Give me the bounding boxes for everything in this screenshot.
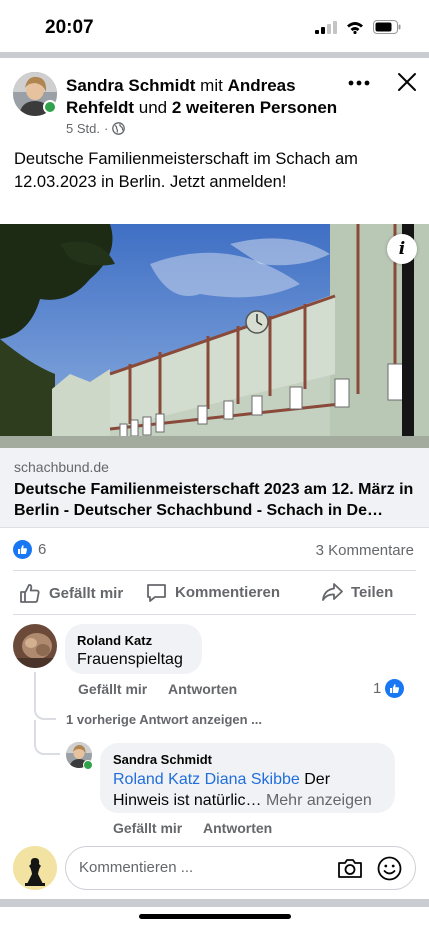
online-status-indicator: [43, 100, 57, 114]
thread-line: [34, 672, 56, 720]
tagged-others[interactable]: 2 weiteren Personen: [172, 98, 337, 117]
comment-reaction[interactable]: 1: [373, 679, 405, 698]
comment-like-button[interactable]: Gefällt mir: [78, 681, 147, 697]
comment-reaction-count: 1: [373, 680, 382, 697]
info-icon[interactable]: i: [387, 234, 417, 264]
status-icons: [315, 20, 401, 34]
cellular-signal-icon: [315, 20, 337, 34]
reply-author[interactable]: Sandra Schmidt: [113, 752, 382, 767]
battery-icon: [373, 20, 401, 34]
like-button[interactable]: Gefällt mir: [19, 582, 123, 604]
post-header: Sandra Schmidt mit Andreas Rehfeldt und …: [0, 58, 429, 208]
reply-bubble[interactable]: Sandra Schmidt Roland Katz Diana Skibbe …: [100, 743, 395, 813]
reactions-summary[interactable]: 6: [13, 540, 46, 559]
current-user-avatar: [13, 846, 57, 890]
like-label: Gefällt mir: [49, 584, 124, 602]
close-icon[interactable]: [396, 71, 418, 93]
share-button[interactable]: Teilen: [321, 582, 393, 602]
status-bar: 20:07: [0, 0, 429, 52]
bottom-separator: [0, 899, 429, 907]
post-meta: 5 Std. ·: [66, 121, 126, 136]
camera-icon[interactable]: [337, 856, 363, 880]
reply-mentions[interactable]: Roland Katz Diana Skibbe: [113, 771, 300, 788]
post-text: Deutsche Familienmeisterschaft im Schach…: [14, 150, 358, 191]
reply-line-2: Hinweis ist natürlic… Mehr anzeigen: [113, 790, 382, 811]
see-more-link[interactable]: Mehr anzeigen: [266, 792, 372, 809]
home-indicator: [139, 914, 291, 919]
reactions-count: 6: [38, 541, 47, 558]
comment-composer[interactable]: [65, 846, 416, 890]
meta-separator: ·: [103, 121, 109, 136]
online-status-indicator: [83, 760, 93, 770]
comment-button[interactable]: Kommentieren: [146, 582, 280, 603]
author-name[interactable]: Sandra Schmidt: [66, 76, 195, 95]
share-label: Teilen: [351, 583, 394, 601]
commenter-avatar[interactable]: [13, 624, 57, 668]
comment-author[interactable]: Roland Katz: [77, 633, 190, 648]
view-previous-replies[interactable]: 1 vorherige Antwort anzeigen ...: [66, 712, 262, 727]
link-preview-caption[interactable]: schachbund.de Deutsche Familienmeistersc…: [0, 448, 429, 528]
comment-reply-button[interactable]: Antworten: [168, 681, 237, 697]
thumbs-up-icon: [20, 584, 40, 603]
comment-icon: [147, 584, 166, 602]
post-time[interactable]: 5 Std.: [66, 121, 100, 136]
reply-reply-button[interactable]: Antworten: [203, 820, 272, 836]
more-options-icon[interactable]: [348, 78, 370, 88]
comment-text: Frauenspieltag: [77, 651, 183, 668]
reply-text-truncated: Hinweis ist natürlic…: [113, 792, 262, 809]
post-author-line: Sandra Schmidt mit Andreas Rehfeldt und …: [66, 75, 366, 119]
comment-bubble[interactable]: Roland Katz Frauenspieltag: [65, 624, 202, 674]
emoji-icon[interactable]: [377, 856, 402, 881]
like-reaction-icon: [385, 679, 405, 698]
reply-text-start: Der: [304, 771, 331, 788]
like-reaction-icon: [13, 540, 32, 559]
divider: [13, 570, 416, 571]
comments-count[interactable]: 3 Kommentare: [316, 542, 414, 559]
wifi-icon: [347, 21, 363, 34]
with-word: mit: [200, 76, 223, 95]
link-title-text: Deutsche Familienmeisterschaft 2023 am 1…: [14, 481, 414, 519]
globe-icon: [112, 122, 126, 135]
link-title: Deutsche Familienmeisterschaft 2023 am 1…: [14, 479, 419, 521]
thread-line: [34, 720, 60, 755]
link-domain: schachbund.de: [14, 459, 109, 475]
reply-line-1: Roland Katz Diana Skibbe Der: [113, 769, 382, 790]
comment-input[interactable]: [79, 859, 319, 876]
divider: [13, 614, 416, 615]
share-icon: [322, 583, 343, 601]
reply-like-button[interactable]: Gefällt mir: [113, 820, 182, 836]
link-preview-image[interactable]: [0, 224, 429, 448]
comment-label: Kommentieren: [175, 584, 281, 601]
and-word: und: [138, 98, 168, 117]
status-time: 20:07: [45, 17, 94, 38]
